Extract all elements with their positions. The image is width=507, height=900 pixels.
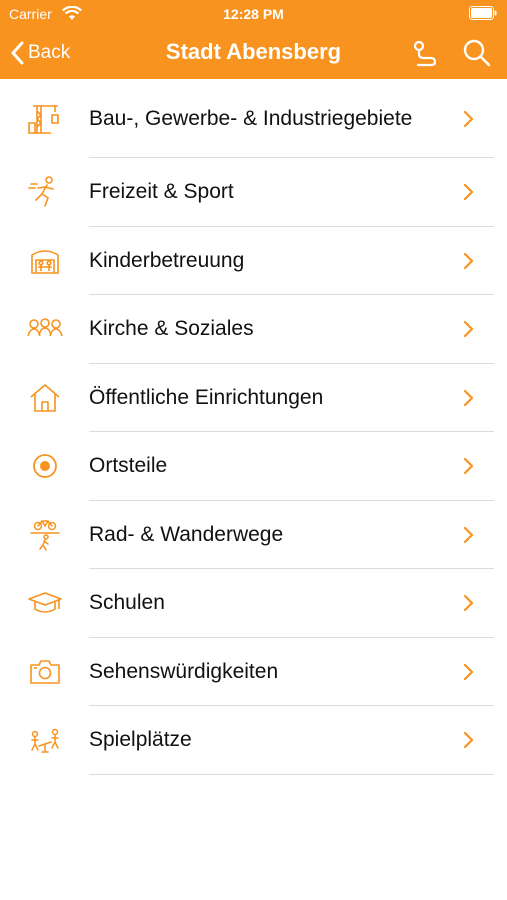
camera-icon xyxy=(30,659,60,684)
list-item[interactable]: Freizeit & Sport xyxy=(0,158,507,227)
search-icon[interactable] xyxy=(460,37,494,69)
graduation-cap-icon xyxy=(28,592,62,614)
list-item[interactable]: Bau-, Gewerbe- & Industriegebiete xyxy=(0,79,507,158)
list-item-label: Spielplätze xyxy=(89,728,192,752)
chevron-right-icon xyxy=(463,389,474,406)
chevron-right-icon xyxy=(463,526,474,543)
status-time: 12:28 PM xyxy=(223,6,284,22)
kindergarten-icon xyxy=(31,249,59,274)
list-item-label: Freizeit & Sport xyxy=(89,180,234,204)
list-item[interactable]: Rad- & Wanderwege xyxy=(0,501,507,569)
battery-icon xyxy=(469,6,497,20)
bike-hike-icon xyxy=(30,520,60,551)
list-item-label: Bau-, Gewerbe- & Industriegebiete xyxy=(89,106,413,130)
list-item-label: Kinderbetreuung xyxy=(89,248,245,272)
people-icon xyxy=(27,318,63,337)
chevron-right-icon xyxy=(463,252,474,269)
list-item[interactable]: Schulen xyxy=(0,569,507,638)
running-icon xyxy=(28,176,54,208)
list-item-label: Sehenswürdigkeiten xyxy=(89,659,279,683)
list-item[interactable]: Kinderbetreuung xyxy=(0,227,507,295)
playground-icon xyxy=(31,729,59,753)
list-item-label: Rad- & Wanderwege xyxy=(89,522,284,546)
category-list: Bau-, Gewerbe- & Industriegebiete Freize… xyxy=(0,79,507,775)
app-header: Carrier 12:28 PM Back Stadt Abensberg xyxy=(0,0,507,79)
nav-bar: Back Stadt Abensberg xyxy=(0,28,507,79)
list-item[interactable]: Öffentliche Einrichtungen xyxy=(0,364,507,432)
list-item-label: Ortsteile xyxy=(89,454,168,478)
list-item[interactable]: Sehenswürdigkeiten xyxy=(0,638,507,706)
status-bar: Carrier 12:28 PM xyxy=(0,0,507,28)
crane-icon xyxy=(28,104,59,134)
list-item[interactable]: Ortsteile xyxy=(0,432,507,501)
separator xyxy=(89,773,494,775)
location-dot-icon xyxy=(33,454,57,479)
list-item-label: Öffentliche Einrichtungen xyxy=(89,385,324,409)
list-item-label: Kirche & Soziales xyxy=(89,317,254,341)
list-item[interactable]: Spielplätze xyxy=(0,706,507,775)
list-item[interactable]: Kirche & Soziales xyxy=(0,295,507,364)
chevron-right-icon xyxy=(463,732,474,749)
house-icon xyxy=(30,383,60,412)
chevron-right-icon xyxy=(463,321,474,338)
chevron-right-icon xyxy=(463,184,474,201)
chevron-right-icon xyxy=(463,110,474,127)
list-item-label: Schulen xyxy=(89,591,165,615)
route-icon[interactable] xyxy=(410,38,440,68)
chevron-right-icon xyxy=(463,458,474,475)
chevron-right-icon xyxy=(463,663,474,680)
chevron-right-icon xyxy=(463,595,474,612)
